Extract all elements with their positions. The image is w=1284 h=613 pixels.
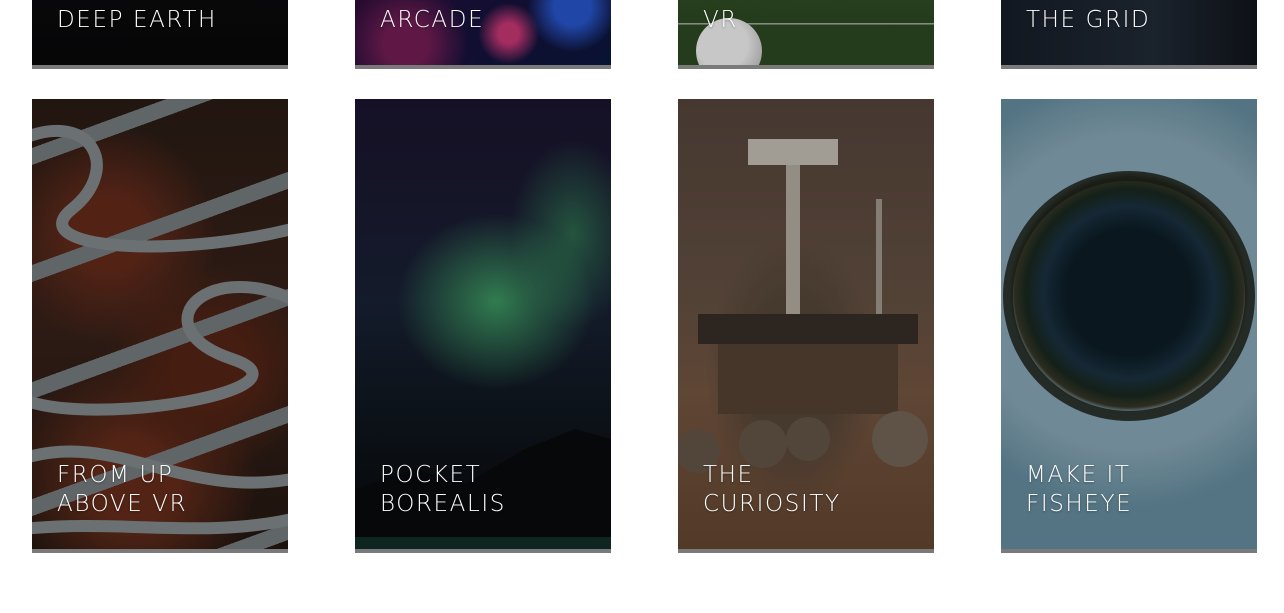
card-deep-earth[interactable]: DEEP EARTH [32,0,288,69]
card-title: THE CURIOSITY [703,462,841,517]
card-title: POCKET BOREALIS [380,462,507,517]
card-night-arcade[interactable]: NIGHT ARCADE [355,0,611,69]
card-the-grid[interactable]: THE GRID [1001,0,1257,69]
card-title: DEEP EARTH [57,7,217,33]
card-title: NIGHT ARCADE [380,0,485,33]
card-pocket-borealis[interactable]: POCKET BOREALIS [355,99,611,553]
card-title: THE GRID [1026,7,1151,33]
card-make-it-fisheye[interactable]: MAKE IT FISHEYE [1001,99,1257,553]
card-soccer-team-vr[interactable]: SOCCER TEAM VR [678,0,934,69]
card-the-curiosity[interactable]: THE CURIOSITY [678,99,934,553]
card-title: MAKE IT FISHEYE [1026,462,1133,517]
card-title: FROM UP ABOVE VR [57,462,188,517]
card-title: SOCCER TEAM VR [703,0,886,33]
card-from-up-above-vr[interactable]: FROM UP ABOVE VR [32,99,288,553]
